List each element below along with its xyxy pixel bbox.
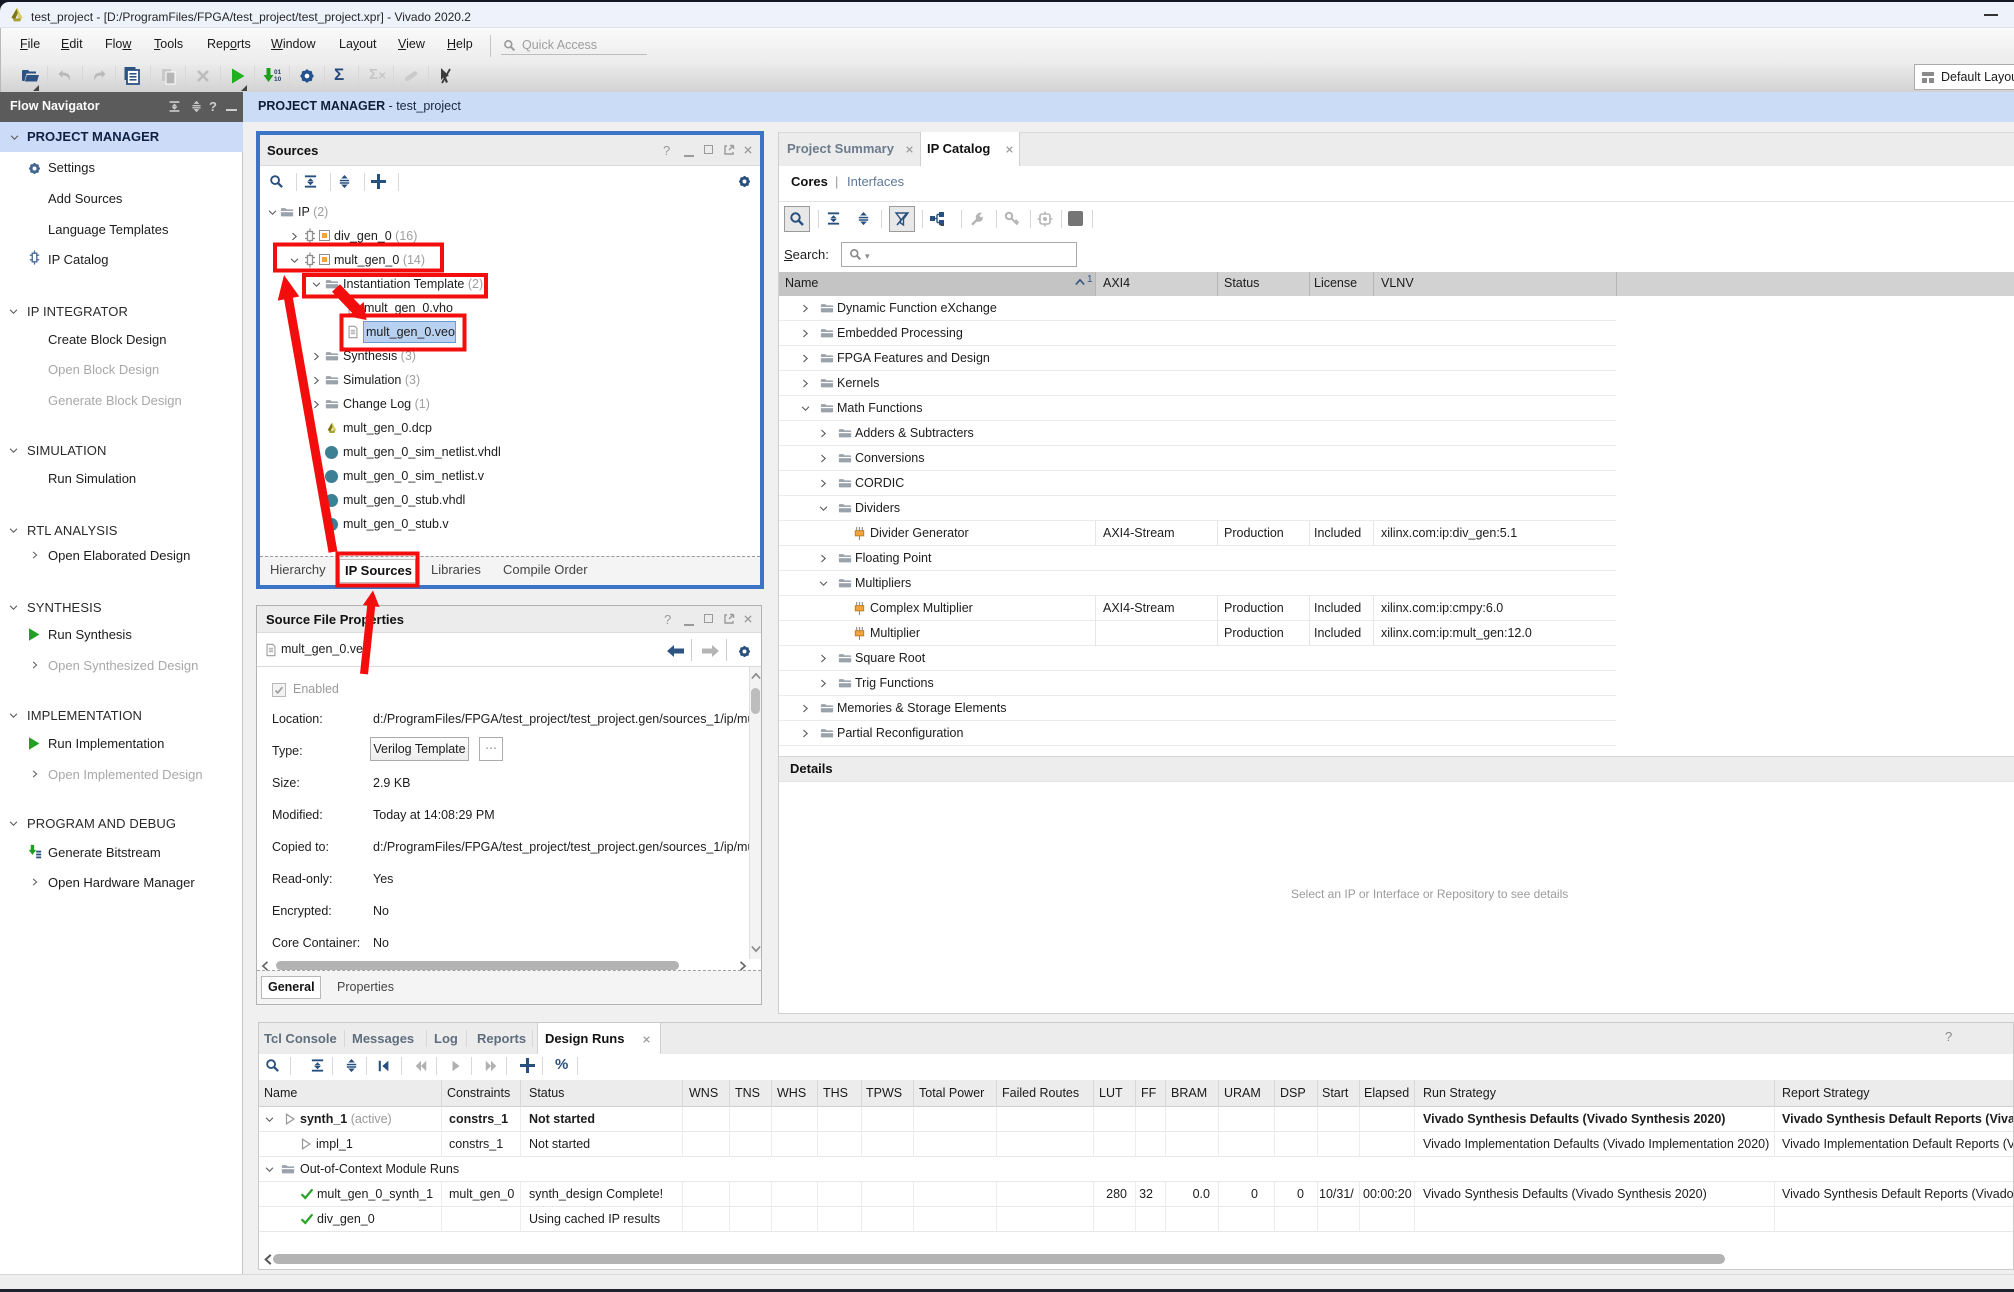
svg-text:01: 01 [274,69,281,76]
svg-text:10: 10 [274,76,281,83]
